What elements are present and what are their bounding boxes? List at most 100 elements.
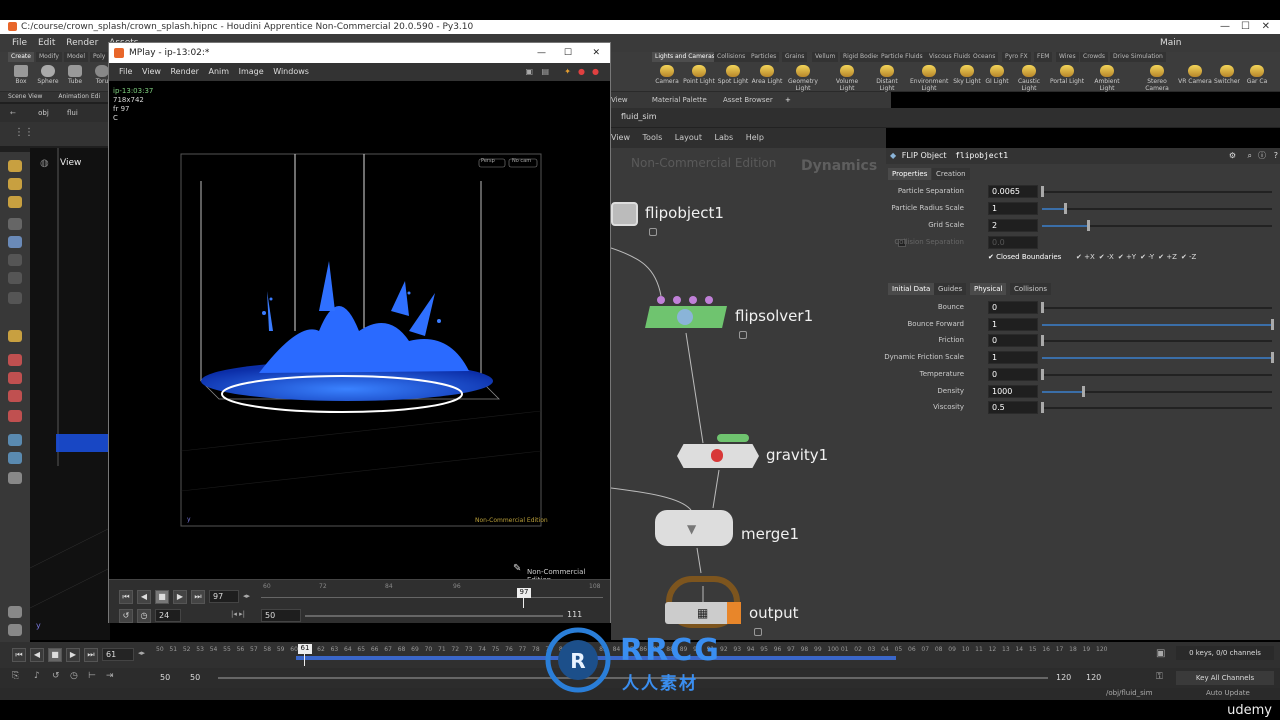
layout-icon[interactable]: ▣ (525, 63, 533, 81)
shelf-tab-right[interactable]: FEM (1034, 52, 1053, 62)
range-start-field[interactable]: 50 (261, 609, 301, 622)
shelf-tool-right[interactable]: Ambient Light (1088, 65, 1126, 92)
lock-tool-icon[interactable] (8, 236, 22, 248)
input-dot-icon[interactable] (689, 296, 697, 304)
node-output[interactable]: ▦ (665, 602, 741, 624)
shelf-tab-create[interactable]: Create (8, 52, 34, 62)
tl-global-icon[interactable]: ⇥ (106, 671, 114, 681)
param-slider[interactable] (1041, 368, 1272, 380)
tl-frame-field[interactable]: 61 (102, 648, 134, 661)
dot3-tool-icon[interactable] (8, 292, 22, 304)
tl-jump-start-button[interactable]: ⏮ (12, 648, 26, 662)
scene-path-obj[interactable]: obj (38, 109, 49, 117)
param-value-field[interactable]: 1 (988, 202, 1038, 215)
record-icon[interactable]: ● (592, 63, 599, 81)
tab-asset-browser[interactable]: Asset Browser (723, 96, 773, 104)
tl-range-icon[interactable]: ⊢ (88, 671, 96, 681)
tl-start2-field[interactable]: 50 (190, 673, 200, 682)
stop-render-icon[interactable]: ● (578, 63, 585, 81)
snapshot-icon[interactable]: ▤ (541, 63, 549, 81)
shelf-tab-right[interactable]: Particle Fluids (878, 52, 926, 62)
slider-knob[interactable] (1087, 220, 1090, 231)
network-editor[interactable]: Non-Commercial Edition Dynamics flipobje… (611, 148, 886, 640)
slider-knob[interactable] (1064, 203, 1067, 214)
slider-knob[interactable] (1271, 352, 1274, 364)
close-icon[interactable]: ✕ (1262, 20, 1270, 34)
pointer-icon[interactable] (8, 218, 22, 230)
shelf-tool-right[interactable]: Stereo Camera (1138, 65, 1176, 92)
menu-edit[interactable]: Edit (38, 38, 55, 48)
persp-menu[interactable]: Persp (481, 158, 495, 164)
shelf-tool-right[interactable]: Distant Light (868, 65, 906, 92)
tab-physical[interactable]: Physical (970, 283, 1007, 295)
loop-button[interactable]: ↺ (119, 609, 133, 623)
tl-step-icon[interactable]: ◂▸ (138, 649, 145, 657)
shelf-tab-modify[interactable]: Modify (36, 52, 62, 62)
mplay-maximize-icon[interactable]: ☐ (564, 43, 572, 63)
param-slider[interactable] (1042, 220, 1272, 231)
tl-realtime-icon[interactable]: ◷ (70, 671, 78, 681)
net-menu-tools[interactable]: Tools (643, 133, 663, 142)
mplay-minimize-icon[interactable]: — (537, 43, 546, 63)
param-value-field[interactable]: 0 (988, 334, 1038, 348)
camera-menu[interactable]: No cam (512, 158, 531, 164)
tl-jump-end-button[interactable]: ⏭ (84, 648, 98, 662)
shelf-tool-right[interactable]: Spot Light (714, 65, 752, 85)
shelf-tab-right[interactable]: Wires (1056, 52, 1079, 62)
tab-creation[interactable]: Creation (932, 168, 970, 180)
scene-path-fluid[interactable]: flui (67, 109, 78, 117)
param-slider[interactable] (1041, 402, 1272, 414)
tl-start-field[interactable]: 50 (160, 673, 170, 682)
param-value-field[interactable]: 1 (988, 351, 1038, 365)
param-value-field[interactable]: 0.0 (988, 236, 1038, 249)
param-slider[interactable] (1041, 335, 1272, 347)
slider-knob[interactable] (1041, 368, 1044, 380)
fps-field[interactable]: 24 (155, 609, 181, 622)
slider-knob[interactable] (1041, 335, 1044, 347)
tl-stop-button[interactable]: ■ (48, 648, 62, 662)
stop-button[interactable]: ■ (155, 590, 169, 604)
input-dot-icon[interactable] (673, 296, 681, 304)
range-slider[interactable] (305, 615, 563, 617)
slider-knob[interactable] (1041, 186, 1044, 197)
shelf-tab-right[interactable]: Viscous Fluids (926, 52, 975, 62)
node-flipsolver1[interactable] (645, 306, 727, 328)
net-menu-labs[interactable]: Labs (715, 133, 734, 142)
node-merge1[interactable]: ▼ (655, 510, 733, 546)
select-tool-icon[interactable] (8, 160, 22, 172)
move-tool-icon[interactable] (8, 178, 22, 190)
shelf-tab-right[interactable]: Collisions (714, 52, 749, 62)
node-flipobject1[interactable] (611, 202, 638, 226)
maximize-icon[interactable]: ☐ (1241, 20, 1250, 34)
play-reverse-button[interactable]: ◀ (137, 590, 151, 604)
play-button[interactable]: ▶ (173, 590, 187, 604)
shelf-tab-right[interactable]: Rigid Bodies (840, 52, 884, 62)
mplay-menu-image[interactable]: Image (239, 67, 264, 76)
dot-tool-icon[interactable] (8, 254, 22, 266)
param-node-name[interactable]: flipobject1 (955, 151, 1008, 160)
view-tool-icon[interactable] (8, 434, 22, 446)
param-value-field[interactable]: 0 (988, 367, 1038, 381)
shelf-tab-right[interactable]: Lights and Cameras (652, 52, 718, 62)
step-icon[interactable]: ◂▸ (243, 592, 250, 600)
axis-checkbox[interactable]: ✔ -Z (1181, 253, 1196, 261)
tab-animation-editor[interactable]: Animation Edi (58, 93, 100, 100)
jump-end-button[interactable]: ⏭ (191, 590, 205, 604)
tools-icon[interactable]: ✦ (564, 63, 571, 81)
param-value-field[interactable]: 1000 (988, 384, 1038, 398)
shelf-tab-right[interactable]: Pyro FX (1002, 52, 1031, 62)
network-path[interactable]: fluid_sim (621, 112, 657, 121)
param-value-field[interactable]: 0 (988, 301, 1038, 314)
shelf-tool-right[interactable]: Area Light (748, 65, 786, 85)
param-slider[interactable] (1042, 385, 1272, 397)
camera-tool-icon[interactable] (8, 472, 22, 484)
mplay-menu-windows[interactable]: Windows (273, 67, 309, 76)
shelf-tab-right[interactable]: Oceans (970, 52, 999, 62)
param-slider[interactable] (1042, 318, 1274, 330)
net-menu-layout[interactable]: Layout (675, 133, 702, 142)
net-menu-help[interactable]: Help (746, 133, 764, 142)
help-icon[interactable]: ? (1274, 148, 1278, 164)
axis-checkbox[interactable]: ✔ +Z (1158, 253, 1177, 261)
tab-scene-view[interactable]: Scene View (8, 93, 42, 100)
tl-end2-field[interactable]: 120 (1086, 673, 1101, 682)
